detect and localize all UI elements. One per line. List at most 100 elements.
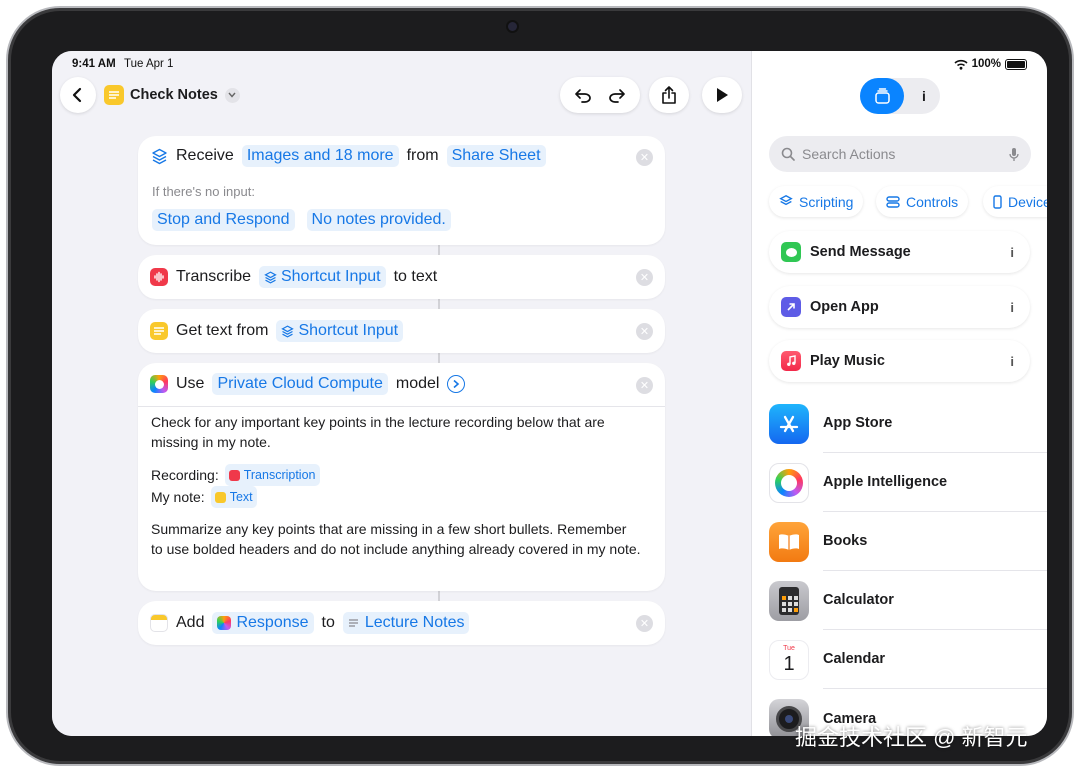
remove-action-button[interactable]: ✕ [636,377,653,394]
recording-line: Recording: Transcription [151,464,320,486]
scripting-icon [779,194,793,206]
app-name: Calculator [823,571,1047,630]
shortcuts-layers-icon [150,147,168,165]
chevron-left-icon [72,87,82,103]
screen: 9:41 AM Tue Apr 1 Check Notes Receive Im… [52,51,1047,736]
token-label: Response [236,614,309,631]
recording-label: Recording: [151,467,219,483]
response-token[interactable]: Response [212,612,314,634]
app-name: Books [823,512,1047,571]
category-chip-controls[interactable]: Controls [876,186,969,217]
waveform-icon [228,469,240,481]
get-text-action-card[interactable]: Get text from Shortcut Input ✕ [138,309,665,353]
back-button[interactable] [60,77,96,113]
stop-and-respond-token[interactable]: Stop and Respond [152,209,295,231]
share-sheet-token[interactable]: Share Sheet [446,145,546,167]
controls-icon [886,195,900,208]
shortcut-title-menu[interactable]: Check Notes [104,85,240,105]
apple-intelligence-icon [217,616,232,630]
chip-label: Scripting [799,193,854,210]
run-button[interactable] [702,77,742,113]
prompt-paragraph-2: Summarize any key points that are missin… [151,521,641,557]
use-model-action-card[interactable]: Use Private Cloud Compute model Check fo… [138,363,665,591]
remove-action-button[interactable]: ✕ [636,615,653,632]
watermark: 掘金技术社区 @ 新智元 [795,725,1028,750]
undo-button[interactable] [574,87,592,103]
input-types-token[interactable]: Images and 18 more [241,145,399,167]
share-icon [662,86,676,104]
apple-intelligence-icon [150,375,168,393]
battery-icon [1005,58,1027,70]
notes-icon [150,322,168,340]
search-placeholder: Search Actions [802,146,896,162]
share-button[interactable] [649,77,689,113]
calendar-icon-day: 1 [783,652,795,675]
shortcut-input-token[interactable]: Shortcut Input [258,266,386,288]
transcription-token[interactable]: Transcription [224,464,320,486]
tab-library[interactable] [860,78,904,114]
token-label: Shortcut Input [280,268,381,285]
app-name: Apple Intelligence [823,453,1047,512]
category-chip-device[interactable]: Device [983,186,1047,217]
app-name: Calendar [823,630,1047,689]
redo-button[interactable] [608,87,626,103]
text-token[interactable]: Text [210,486,257,508]
status-date: Tue Apr 1 [124,58,174,70]
prompt-paragraph-1: Check for any important key points in th… [151,414,605,450]
microphone-icon[interactable] [1009,147,1019,162]
wifi-icon [954,59,968,70]
status-time: 9:41 AM [72,58,116,70]
app-row-books[interactable]: Books [769,512,1047,571]
note-lines-icon [348,619,358,627]
app-row-calculator[interactable]: Calculator [769,571,1047,630]
receive-action-card[interactable]: Receive Images and 18 more from Share Sh… [138,136,665,245]
waveform-icon [150,268,168,286]
search-field[interactable]: Search Actions [769,136,1031,172]
token-label: Transcription [243,468,316,482]
connector [438,353,440,363]
model-name-token[interactable]: Private Cloud Compute [212,373,388,395]
actions-sidebar: 100% i Search Actions Scripting Controls… [751,51,1047,736]
suggestion-play-music[interactable]: Play Music i [769,340,1030,382]
remove-action-button[interactable]: ✕ [636,269,653,286]
suggestion-label: Open App [810,299,879,315]
calendar-icon: Tue 1 [769,639,809,680]
shortcut-editor: 9:41 AM Tue Apr 1 Check Notes Receive Im… [52,51,751,736]
status-right: 100% [954,58,1027,70]
info-icon[interactable]: i [1010,245,1014,260]
category-chip-scripting[interactable]: Scripting [769,186,864,217]
app-row-apple-intelligence[interactable]: Apple Intelligence [769,453,1047,512]
remove-action-button[interactable]: ✕ [636,323,653,340]
divider [138,406,665,407]
undo-icon [575,89,591,103]
lecture-notes-token[interactable]: Lecture Notes [342,612,470,634]
info-icon: i [922,88,926,104]
my-note-line: My note: Text [151,486,257,508]
from-label: from [406,147,439,164]
tab-info[interactable]: i [912,78,936,114]
open-app-icon [781,297,801,317]
my-note-label: My note: [151,489,205,505]
app-row-calendar[interactable]: Tue 1 Calendar [769,630,1047,689]
suggestion-open-app[interactable]: Open App i [769,286,1030,328]
token-label: Lecture Notes [364,614,465,631]
no-notes-message-token[interactable]: No notes provided. [306,209,451,231]
suggestion-send-message[interactable]: Send Message i [769,231,1030,273]
app-row-app-store[interactable]: App Store [769,394,1047,453]
battery-percent: 100% [971,58,1001,70]
info-icon[interactable]: i [1010,300,1014,315]
library-icon [874,88,890,104]
sidebar-tab-switcher: i [860,78,940,114]
books-icon [769,521,809,562]
shortcut-input-token[interactable]: Shortcut Input [276,320,404,342]
notes-icon [214,491,226,503]
to-label: to [321,614,335,631]
search-icon [781,147,795,161]
connector [438,591,440,601]
music-icon [781,351,801,371]
add-action-card[interactable]: Add Response to Lecture Notes ✕ [138,601,665,645]
remove-action-button[interactable]: ✕ [636,149,653,166]
info-icon[interactable]: i [1010,354,1014,369]
transcribe-action-card[interactable]: Transcribe Shortcut Input to text ✕ [138,255,665,299]
chevron-right-circle-icon[interactable] [447,375,466,393]
